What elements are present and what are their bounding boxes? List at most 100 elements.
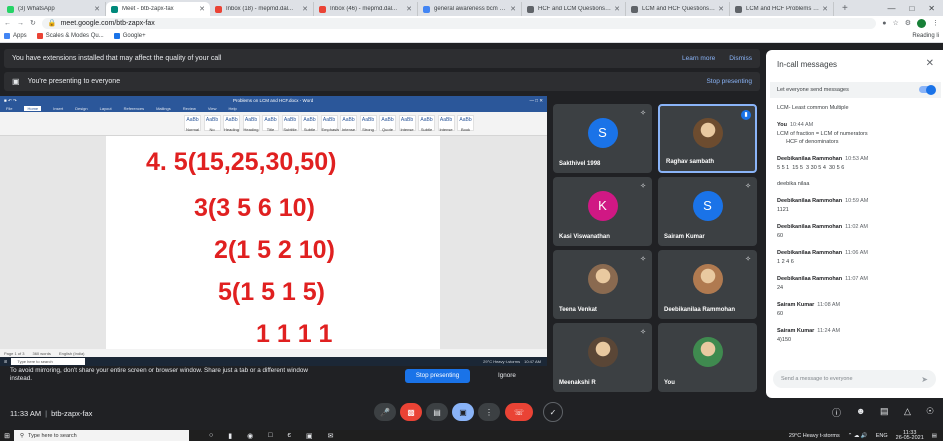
activities-icon[interactable]: △ <box>904 406 911 417</box>
word-icon[interactable]: □ <box>268 432 272 440</box>
tab-close-icon[interactable]: ✕ <box>406 5 412 13</box>
back-icon[interactable]: ← <box>4 20 11 27</box>
extensions-icon[interactable]: ⚙ <box>905 19 911 27</box>
browser-tab[interactable]: LCM and HCF Problems -... ✕ <box>730 2 834 16</box>
chat-text: LCM of fraction = LCM of numerators HCF … <box>777 131 868 145</box>
tab-close-icon[interactable]: ✕ <box>822 5 828 13</box>
edge-icon[interactable]: є <box>287 432 291 440</box>
browser-tab[interactable]: Meet - btb-zapx-fax ✕ <box>106 2 210 16</box>
word-style-box: AaBbIntense Q... <box>398 115 416 141</box>
participant-tile[interactable]: ✧ Teena Venkat <box>553 250 652 319</box>
microphone-button[interactable]: 🎤 <box>374 403 396 421</box>
browser-tab[interactable]: general awareness bcm qu... ✕ <box>418 2 522 16</box>
chat-text: 4)150 <box>777 337 792 343</box>
ignore-button[interactable]: Ignore <box>498 372 516 379</box>
camera-off-button[interactable]: ▩ <box>400 403 422 421</box>
new-tab-button[interactable]: + <box>834 2 856 16</box>
word-style-sample: AaBb <box>342 117 355 123</box>
present-button[interactable]: ▣ <box>452 403 474 421</box>
participant-tile[interactable]: K ✧ Kasi Viswanathan <box>553 177 652 246</box>
mic-muted-icon: ✧ <box>640 329 646 336</box>
stop-presenting-button[interactable]: Stop presenting <box>405 369 470 383</box>
word-ribbon-tab: Insert <box>53 106 64 111</box>
chat-title: In-call messages <box>777 60 838 69</box>
mail-icon[interactable]: ✉ <box>328 432 334 440</box>
participant-name: Raghav sambath <box>666 159 715 165</box>
address-bar[interactable]: 🔒 meet.google.com/btb-zapx-fax <box>41 17 877 29</box>
presenting-banner-text: You're presenting to everyone <box>27 78 121 85</box>
word-style-box: AaBb Title <box>262 115 279 132</box>
dismiss-button[interactable]: Dismiss <box>729 55 752 62</box>
bookmark-item[interactable]: Google+ <box>113 33 146 39</box>
word-style-box: AaBb Quote <box>379 115 396 132</box>
raise-hand-button[interactable]: ✓ <box>543 402 563 422</box>
learn-more-link[interactable]: Learn more <box>682 55 715 62</box>
chat-text: 60 <box>777 233 784 239</box>
word-style-sample: AaBb <box>186 117 199 123</box>
reading-list[interactable]: Reading li <box>912 33 939 39</box>
tab-label: (3) WhatsApp <box>18 6 55 12</box>
close-chat-icon[interactable]: ✕ <box>926 58 934 69</box>
bookmark-item[interactable]: Apps <box>4 33 27 39</box>
camera-indicator-icon[interactable]: ● <box>882 20 886 27</box>
chat-message: Sairam Kumar 11:08 AM 60 <box>777 302 937 318</box>
browser-tab[interactable]: (3) WhatsApp ✕ <box>2 2 106 16</box>
notifications-icon[interactable]: ▤ <box>932 433 937 439</box>
mic-muted-icon: ✧ <box>640 256 646 263</box>
menu-icon[interactable]: ⋮ <box>932 19 939 27</box>
close-window-icon[interactable]: ✕ <box>928 4 935 13</box>
host-controls-icon[interactable]: ☉ <box>926 406 934 417</box>
chat-input[interactable]: Send a message to everyone ➤ <box>773 370 936 388</box>
chrome-icon[interactable]: ◉ <box>247 432 253 440</box>
word-ribbon-tab: File <box>6 106 13 111</box>
chat-message: You 10:44 AM LCM of fraction = LCM of nume… <box>777 122 937 146</box>
tab-close-icon[interactable]: ✕ <box>94 5 100 13</box>
participant-tile[interactable]: ✧ Meenakshi R <box>553 323 652 392</box>
participant-tile[interactable]: S ✧ Sakthivel 1998 <box>553 104 652 173</box>
participant-tile[interactable]: You <box>658 323 757 392</box>
captions-button[interactable]: ▤ <box>426 403 448 421</box>
send-icon[interactable]: ➤ <box>921 375 928 384</box>
tab-close-icon[interactable]: ✕ <box>718 5 724 13</box>
participant-tile[interactable]: ✧ Deebikanilaa Rammohan <box>658 250 757 319</box>
taskbar-search[interactable]: ⚲ Type here to search <box>14 430 189 441</box>
participant-tile[interactable]: S ✧ Sairam Kumar <box>658 177 757 246</box>
chat-time: 11:24 AM <box>817 328 841 334</box>
tab-close-icon[interactable]: ✕ <box>302 5 308 13</box>
participant-tile[interactable]: ▮ Raghav sambath <box>658 104 757 173</box>
people-icon[interactable]: ☻ <box>856 406 865 416</box>
browser-tab[interactable]: Inbox (18) - mepmd.dal... ✕ <box>210 2 314 16</box>
allow-messages-toggle[interactable] <box>919 84 936 95</box>
browser-tab[interactable]: Inbox (46) - mepmd.dal... ✕ <box>314 2 418 16</box>
reload-icon[interactable]: ↻ <box>30 19 36 27</box>
window-controls: — □ ✕ <box>887 0 943 16</box>
word-style-label: Normal <box>186 127 199 132</box>
chat-time: 11:06 AM <box>845 250 868 256</box>
stop-presenting-link[interactable]: Stop presenting <box>706 78 752 85</box>
browser-tab[interactable]: HCF and LCM Questions -... ✕ <box>522 2 626 16</box>
word-style-label: Quote <box>382 127 393 132</box>
tab-close-icon[interactable]: ✕ <box>199 5 205 13</box>
tab-close-icon[interactable]: ✕ <box>510 5 516 13</box>
end-call-button[interactable]: ☏ <box>505 403 533 421</box>
browser-tab[interactable]: LCM and HCF Questions f... ✕ <box>626 2 730 16</box>
forward-icon[interactable]: → <box>17 20 24 27</box>
task-view-icon[interactable]: ○ <box>209 432 213 440</box>
maximize-icon[interactable]: □ <box>909 4 914 13</box>
file-explorer-icon[interactable]: ▮ <box>228 432 232 440</box>
store-icon[interactable]: ▣ <box>306 432 313 440</box>
chat-sender: Deebikanilaa Rammohan <box>777 250 843 256</box>
chat-icon[interactable]: ▤ <box>880 406 889 417</box>
start-icon[interactable]: ⊞ <box>0 432 14 440</box>
profile-avatar[interactable] <box>917 18 926 28</box>
tab-favicon-icon <box>215 5 222 13</box>
bookmark-icon <box>4 33 10 39</box>
participant-name: Sairam Kumar <box>664 234 705 240</box>
minimize-icon[interactable]: — <box>887 4 895 13</box>
participant-name: Teena Venkat <box>559 307 597 313</box>
tab-close-icon[interactable]: ✕ <box>614 5 620 13</box>
star-icon[interactable]: ☆ <box>892 19 898 27</box>
meeting-details-icon[interactable]: ⓘ <box>832 406 841 419</box>
more-options-button[interactable]: ⋮ <box>478 403 500 421</box>
bookmark-item[interactable]: Scales & Modes Qu... <box>36 33 104 39</box>
